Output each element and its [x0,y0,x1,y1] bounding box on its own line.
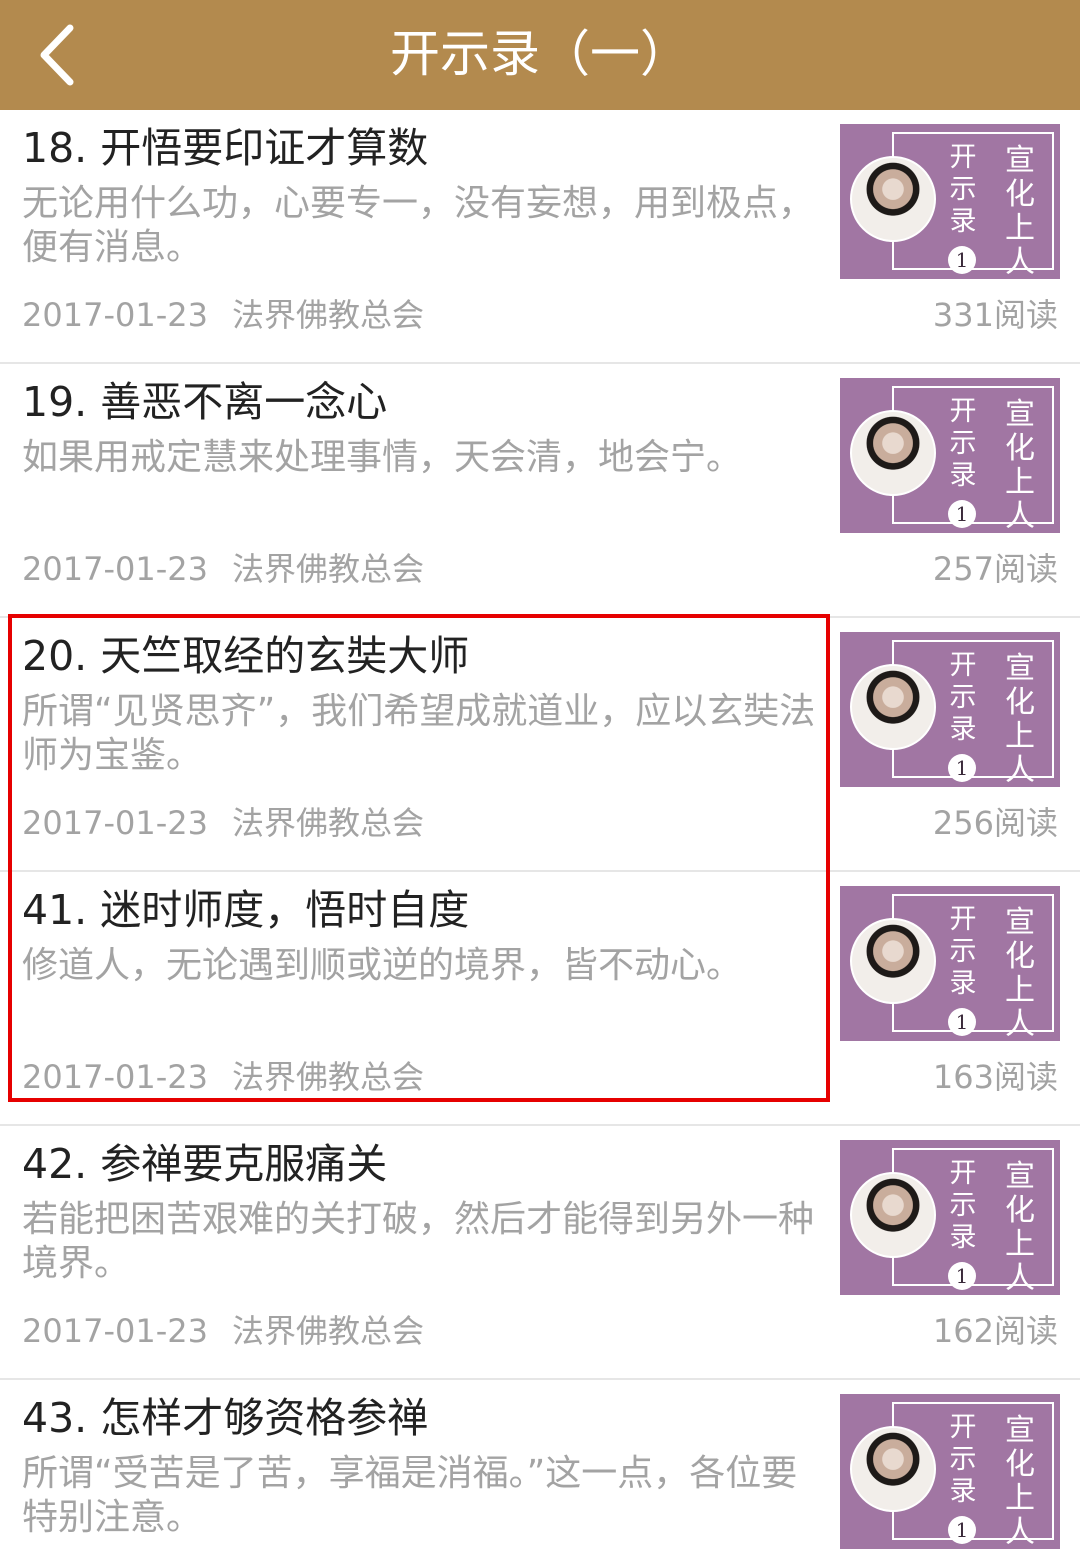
article-item[interactable]: 18. 开悟要印证才算数 无论用什么功，心要专一，没有妄想，用到极点，便有消息。… [0,110,1080,364]
article-source: 法界佛教总会 [232,1312,425,1350]
page-title: 开示录（一） [390,25,690,83]
article-date: 2017-01-23 [22,1058,208,1096]
thumbnail-series-text: 开示录 [949,396,977,491]
article-read-count: 162阅读 [932,1312,1058,1350]
article-thumbnail: 开示录 宣化上人 1 [840,632,1060,787]
article-source: 法界佛教总会 [232,550,425,588]
portrait-image [850,664,936,750]
article-item[interactable]: 19. 善恶不离一念心 如果用戒定慧来处理事情，天会清，地会宁。 2017-01… [0,364,1080,618]
thumbnail-author-text: 宣化上人 [1005,1413,1035,1550]
article-item[interactable]: 42. 参禅要克服痛关 若能把困苦艰难的关打破，然后才能得到另外一种境界。 20… [0,1126,1080,1380]
article-read-count: 331阅读 [932,296,1058,334]
article-summary: 若能把困苦艰难的关打破，然后才能得到另外一种境界。 [22,1199,815,1284]
thumbnail-author-text: 宣化上人 [1005,1159,1035,1296]
article-thumbnail: 开示录 宣化上人 1 [840,124,1060,279]
article-item[interactable]: 41. 迷时师度，悟时自度 修道人，无论遇到顺或逆的境界，皆不动心。 2017-… [0,872,1080,1126]
article-read-count: 163阅读 [932,1058,1058,1096]
article-source: 法界佛教总会 [232,296,425,334]
article-title: 43. 怎样才够资格参禅 [22,1394,429,1442]
thumbnail-series-text: 开示录 [949,650,977,745]
article-title: 20. 天竺取经的玄奘大师 [22,632,470,680]
article-summary: 无论用什么功，心要专一，没有妄想，用到极点，便有消息。 [22,183,815,268]
article-source: 法界佛教总会 [232,1058,425,1096]
portrait-image [850,918,936,1004]
article-title: 42. 参禅要克服痛关 [22,1140,388,1188]
article-date: 2017-01-23 [22,1312,208,1350]
article-source: 法界佛教总会 [232,804,425,842]
volume-badge: 1 [948,1008,976,1036]
article-title: 19. 善恶不离一念心 [22,378,388,426]
thumbnail-author-text: 宣化上人 [1005,143,1035,280]
article-thumbnail: 开示录 宣化上人 1 [840,1394,1060,1549]
volume-badge: 1 [948,1516,976,1544]
thumbnail-series-text: 开示录 [949,1412,977,1507]
article-item[interactable]: 43. 怎样才够资格参禅 所谓“受苦是了苦，享福是消福。”这一点，各位要特别注意… [0,1380,1080,1551]
thumbnail-author-text: 宣化上人 [1005,651,1035,788]
article-date: 2017-01-23 [22,804,208,842]
portrait-image [850,1172,936,1258]
article-title: 41. 迷时师度，悟时自度 [22,886,470,934]
volume-badge: 1 [948,246,976,274]
portrait-image [850,410,936,496]
article-summary: 修道人，无论遇到顺或逆的境界，皆不动心。 [22,945,743,986]
article-date: 2017-01-23 [22,550,208,588]
article-date: 2017-01-23 [22,296,208,334]
article-read-count: 257阅读 [932,550,1058,588]
thumbnail-series-text: 开示录 [949,142,977,237]
thumbnail-author-text: 宣化上人 [1005,397,1035,534]
article-title: 18. 开悟要印证才算数 [22,124,429,172]
article-thumbnail: 开示录 宣化上人 1 [840,378,1060,533]
volume-badge: 1 [948,500,976,528]
article-item[interactable]: 20. 天竺取经的玄奘大师 所谓“见贤思齐”，我们希望成就道业，应以玄奘法师为宝… [0,618,1080,872]
thumbnail-series-text: 开示录 [949,1158,977,1253]
thumbnail-author-text: 宣化上人 [1005,905,1035,1042]
portrait-image [850,1426,936,1512]
volume-badge: 1 [948,1262,976,1290]
article-thumbnail: 开示录 宣化上人 1 [840,886,1060,1041]
volume-badge: 1 [948,754,976,782]
article-summary: 所谓“见贤思齐”，我们希望成就道业，应以玄奘法师为宝鉴。 [22,691,816,776]
top-app-bar: 开示录（一） [0,0,1080,110]
article-summary: 如果用戒定慧来处理事情，天会清，地会宁。 [22,437,743,478]
thumbnail-series-text: 开示录 [949,904,977,999]
portrait-image [850,156,936,242]
article-read-count: 256阅读 [932,804,1058,842]
article-thumbnail: 开示录 宣化上人 1 [840,1140,1060,1295]
article-summary: 所谓“受苦是了苦，享福是消福。”这一点，各位要特别注意。 [22,1453,798,1538]
